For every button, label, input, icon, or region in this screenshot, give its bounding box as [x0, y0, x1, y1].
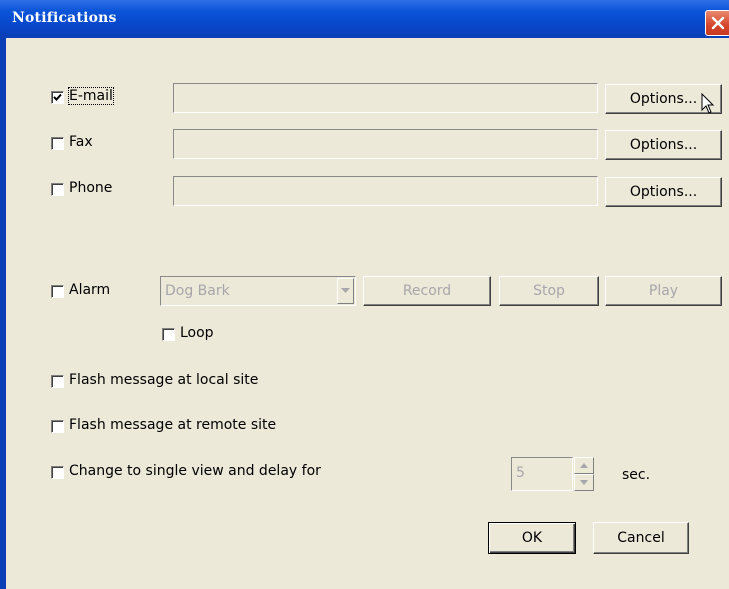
chevron-down-icon	[341, 288, 350, 293]
flash-local-checkbox[interactable]	[51, 375, 64, 388]
fax-label: Fax	[69, 134, 93, 150]
spin-up-button[interactable]	[574, 457, 594, 474]
alarm-sound-select[interactable]: Dog Bark	[160, 276, 356, 306]
fax-checkbox[interactable]	[51, 137, 64, 150]
delay-value: 5	[516, 465, 525, 481]
record-button[interactable]: Record	[363, 276, 491, 306]
phone-checkbox[interactable]	[51, 183, 64, 196]
flash-remote-label: Flash message at remote site	[69, 417, 277, 433]
loop-label: Loop	[180, 325, 214, 341]
spin-down-button[interactable]	[574, 474, 594, 491]
delay-input[interactable]: 5	[511, 457, 573, 491]
ok-button[interactable]: OK	[488, 522, 576, 554]
fax-options-button[interactable]: Options...	[605, 130, 722, 160]
close-button[interactable]	[705, 10, 729, 36]
phone-label: Phone	[69, 180, 113, 196]
alarm-label: Alarm	[69, 282, 111, 298]
cancel-button[interactable]: Cancel	[593, 522, 689, 554]
email-checkbox[interactable]	[51, 91, 64, 104]
play-button[interactable]: Play	[605, 276, 722, 306]
chevron-up-icon	[580, 463, 588, 468]
email-label: E-mail	[68, 87, 114, 105]
close-icon	[711, 16, 725, 30]
checkmark-icon	[53, 93, 62, 101]
stop-button[interactable]: Stop	[499, 276, 599, 306]
fax-field[interactable]	[173, 129, 598, 159]
dropdown-button[interactable]	[337, 278, 354, 304]
flash-remote-checkbox[interactable]	[51, 420, 64, 433]
phone-options-button[interactable]: Options...	[605, 177, 722, 207]
single-view-label: Change to single view and delay for	[69, 463, 321, 479]
window-title: Notifications	[12, 10, 117, 26]
mouse-cursor-icon	[701, 93, 715, 114]
window-border	[0, 38, 6, 589]
alarm-checkbox[interactable]	[51, 285, 64, 298]
delay-unit-label: sec.	[622, 467, 651, 483]
alarm-sound-value: Dog Bark	[165, 283, 230, 299]
title-bar: Notifications	[0, 0, 729, 38]
flash-local-label: Flash message at local site	[69, 372, 259, 388]
single-view-checkbox[interactable]	[51, 466, 64, 479]
loop-checkbox[interactable]	[162, 328, 175, 341]
phone-field[interactable]	[173, 176, 598, 206]
chevron-down-icon	[580, 480, 588, 485]
email-field[interactable]	[173, 83, 598, 113]
